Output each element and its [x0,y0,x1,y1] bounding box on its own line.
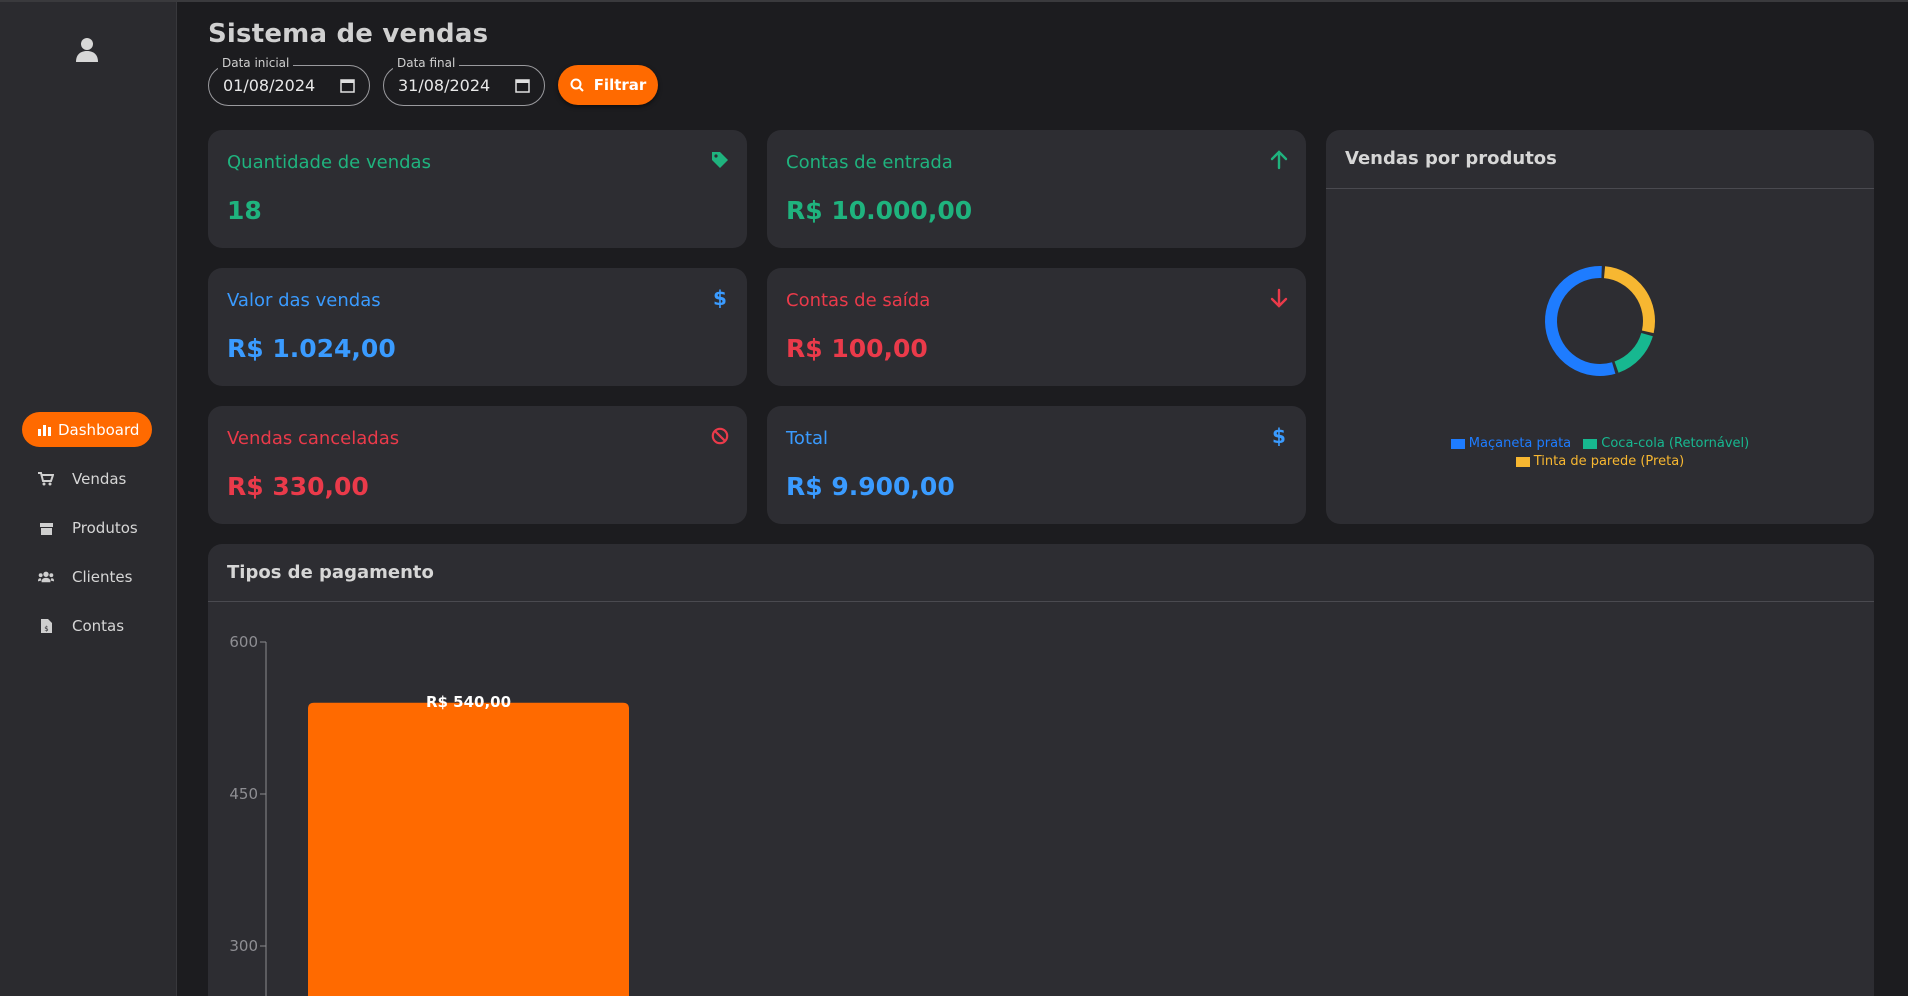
date-filters: Data inicial 01/08/2024 Data final 31/08… [208,55,658,106]
arrow-up-icon [1270,150,1288,170]
sidebar: Dashboard Vendas Produtos Clientes $ Con… [0,2,177,996]
card-label: Quantidade de vendas [227,152,431,173]
dollar-icon: $ [1272,426,1286,446]
card-label: Valor das vendas [227,290,381,311]
card-outflow: Contas de saída R$ 100,00 [767,268,1306,386]
card-label: Contas de saída [786,290,931,311]
legend-label: Tinta de parede (Preta) [1533,454,1685,469]
donut-slice[interactable] [1545,266,1616,376]
y-tick-label: 300 [229,937,258,955]
products-donut-chart [1545,266,1655,376]
svg-text:$: $ [44,625,48,633]
start-date-value: 01/08/2024 [223,75,316,95]
chart-legend-row-2: Tinta de parede (Preta) [1326,454,1874,471]
legend-swatch [1450,438,1465,449]
panel-divider [1326,188,1874,189]
y-tick-label: 600 [229,633,258,651]
donut-slice[interactable] [1603,266,1655,334]
sidebar-item-label: Dashboard [58,420,140,439]
sidebar-item-produtos[interactable]: Produtos [22,510,152,545]
payments-chart-panel: Tipos de pagamento 300 450 600 R$ 540,00 [208,544,1874,996]
bar-data-label: R$ 540,00 [426,693,511,711]
dollar-icon: $ [713,288,727,308]
end-date-label: Data final [393,55,460,70]
card-canceled-sales: Vendas canceladas R$ 330,00 [208,406,747,524]
legend-item[interactable]: Tinta de parede (Preta) [1515,454,1685,469]
sidebar-item-dashboard[interactable]: Dashboard [22,412,152,447]
sidebar-item-contas[interactable]: $ Contas [22,608,152,643]
bar-chart-icon [36,422,52,438]
filter-button[interactable]: Filtrar [558,65,658,105]
payments-bar-chart: 300 450 600 R$ 540,00 [229,633,629,996]
legend-label: Maçaneta prata [1468,436,1572,451]
card-label: Vendas canceladas [227,428,400,449]
page-title: Sistema de vendas [208,19,489,49]
y-tick-label: 450 [229,785,258,803]
ban-icon [711,427,729,445]
legend-swatch [1515,456,1530,467]
legend-label: Coca-cola (Retornável) [1601,436,1750,451]
card-value: R$ 9.900,00 [786,472,955,501]
card-value: R$ 1.024,00 [227,334,396,363]
card-value: R$ 10.000,00 [786,196,973,225]
card-value: R$ 100,00 [786,334,928,363]
start-date-label: Data inicial [218,55,294,70]
invoice-icon: $ [38,618,54,634]
card-total: Total R$ 9.900,00 $ [767,406,1306,524]
svg-text:$: $ [1272,426,1286,446]
app-window: Dashboard Vendas Produtos Clientes $ Con… [0,0,1908,996]
legend-swatch [1583,438,1598,449]
bar[interactable] [308,702,629,996]
svg-text:$: $ [713,288,727,308]
cart-icon [38,471,54,487]
sidebar-item-clientes[interactable]: Clientes [22,559,152,594]
end-date-value: 31/08/2024 [398,75,491,95]
filter-button-label: Filtrar [593,76,647,94]
products-chart-panel: Vendas por produtos Maçaneta prata Coca-… [1326,130,1874,524]
sidebar-item-label: Clientes [72,567,133,586]
user-icon[interactable] [76,37,98,63]
card-sales-quantity: Quantidade de vendas 18 [208,130,747,248]
card-label: Total [786,428,829,449]
sidebar-item-vendas[interactable]: Vendas [22,461,152,496]
main-content: Sistema de vendas Data inicial 01/08/202… [208,2,1874,996]
card-value: R$ 330,00 [227,472,369,501]
users-icon [38,569,54,585]
calendar-icon[interactable] [515,78,530,93]
panel-title: Vendas por produtos [1345,148,1557,169]
sidebar-item-label: Contas [72,616,125,635]
end-date-field[interactable]: Data final 31/08/2024 [383,55,545,106]
box-icon [38,520,54,536]
sidebar-item-label: Vendas [72,469,127,488]
card-sales-value: Valor das vendas R$ 1.024,00 $ [208,268,747,386]
search-icon [570,78,584,92]
card-inflow: Contas de entrada R$ 10.000,00 [767,130,1306,248]
tag-icon [712,152,728,168]
chart-legend: Maçaneta prata Coca-cola (Retornável) [1326,436,1874,453]
start-date-field[interactable]: Data inicial 01/08/2024 [208,55,370,106]
panel-title: Tipos de pagamento [227,562,434,583]
arrow-down-icon [1270,288,1288,308]
legend-item[interactable]: Coca-cola (Retornável) [1583,436,1749,451]
sidebar-item-label: Produtos [72,518,138,537]
donut-slice[interactable] [1614,332,1653,373]
sidebar-nav: Dashboard Vendas Produtos Clientes $ Con… [22,412,152,657]
calendar-icon[interactable] [340,78,355,93]
card-label: Contas de entrada [786,152,953,173]
card-value: 18 [227,196,262,225]
legend-item[interactable]: Maçaneta prata [1450,436,1572,451]
